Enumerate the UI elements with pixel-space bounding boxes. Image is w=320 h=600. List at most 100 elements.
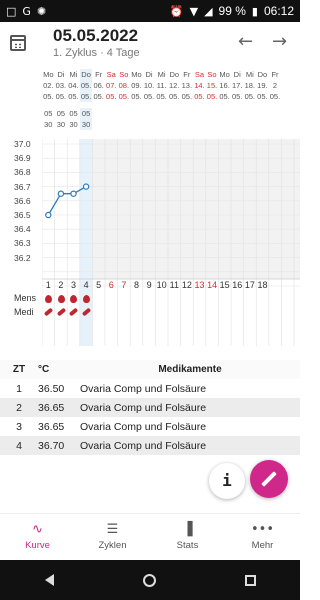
weekday-label: Fr [95, 70, 103, 79]
signal-icon: ◢ [204, 4, 213, 18]
recents-icon[interactable] [244, 574, 256, 586]
temp-cell: 36.70 [38, 439, 65, 452]
measure-hour-label: 05 [56, 109, 66, 118]
nav-item-stats[interactable]: ▐ Stats [150, 514, 225, 560]
calendar-icon[interactable] [10, 35, 26, 51]
temp-cell: 36.50 [38, 382, 65, 395]
home-icon[interactable] [142, 573, 156, 587]
nav-item-zyklen[interactable]: ☰ Zyklen [75, 514, 150, 560]
date-label: 17. [231, 81, 243, 90]
weekday-label: Mi [69, 70, 78, 79]
nav-label: Zyklen [98, 540, 127, 551]
temperature-point[interactable] [70, 190, 77, 197]
cycle-day-number: 12 [181, 280, 192, 290]
date-label: 03. [55, 81, 67, 90]
month-label: 05. [257, 92, 268, 101]
nav-item-kurve[interactable]: ∿ Kurve [0, 514, 75, 560]
cycle-day-number: 1 [45, 280, 51, 290]
date-label: 16. [219, 81, 230, 90]
month-label: 05. [106, 92, 117, 101]
edit-button[interactable] [250, 460, 288, 498]
table-row[interactable]: 3 36.65 Ovaria Comp und Folsäure [0, 417, 300, 436]
y-tick-label: 36.2 [14, 252, 31, 263]
date-label: 04. [68, 81, 79, 90]
weekday-row: Mo Di Mi Do Fr Sa So Mo Di Mi Do Fr Sa So Mo Di Mi Do Fr [42, 69, 281, 80]
zt-cell: 1 [16, 382, 22, 395]
weekday-label: Fr [183, 70, 191, 79]
weekday-label: Sa [106, 70, 116, 79]
date-label: 19. [257, 81, 268, 90]
weekday-label: Fr [271, 70, 279, 79]
temperature-point[interactable] [57, 190, 65, 197]
temperature-point[interactable] [45, 211, 52, 219]
weekday-label: Do [79, 69, 93, 80]
cycle-day-number: 15 [219, 280, 230, 290]
measure-hour-label: 05 [44, 109, 53, 118]
weekday-label: Mo [219, 70, 230, 79]
next-day-arrow-icon[interactable]: → [272, 31, 287, 52]
mens-label: Mens [14, 293, 37, 303]
page-title: 05.05.2022 [53, 26, 139, 45]
table-row[interactable]: 4 36.70 Ovaria Comp und Folsäure [0, 436, 300, 455]
zt-cell: 2 [16, 401, 22, 414]
date-label: 11. [156, 81, 167, 90]
month-label: 05. [79, 91, 93, 102]
back-icon[interactable] [44, 574, 54, 586]
cycle-day-number: 13 [194, 280, 205, 290]
cycle-day-number: 3 [70, 280, 76, 290]
previous-day-arrow-icon[interactable]: ← [238, 31, 253, 52]
measure-minute-label: 30 [79, 119, 93, 130]
cycle-day-number: 18 [257, 280, 268, 290]
notification-square-icon: □ [6, 4, 17, 18]
date-label: 08. [118, 81, 130, 90]
blood-drop-icon [82, 295, 90, 303]
temp-cell: 36.65 [38, 420, 65, 433]
month-label: 05. [231, 92, 243, 101]
measure-hour-label: 05 [79, 108, 93, 119]
zt-cell: 4 [16, 439, 22, 452]
weekday-label: Di [57, 70, 65, 79]
date-label: 10. [143, 81, 155, 90]
table-row[interactable]: 1 36.50 Ovaria Comp und Folsäure [0, 379, 300, 398]
month-label: 05. [143, 92, 155, 101]
measure-hour-label: 05 [69, 109, 78, 118]
nav-label: Kurve [25, 540, 50, 551]
month-label: 05. [169, 92, 180, 101]
measure-minute-row: 30 30 30 30 [42, 119, 93, 130]
alarm-icon: ⏰ [169, 4, 184, 18]
y-tick-label: 36.4 [14, 224, 31, 235]
cycle-day-number: 11 [169, 280, 179, 290]
pulse-icon: ∿ [32, 522, 43, 537]
cycle-day-number: 4 [83, 280, 89, 290]
date-label: 12. [169, 81, 180, 90]
medi-label: Medi [14, 307, 34, 317]
temperature-point[interactable] [82, 183, 90, 190]
weekday-label: So [207, 70, 217, 79]
temp-header: °C [38, 364, 50, 375]
temperature-chart[interactable]: Mo Di Mi Do Fr Sa So Mo Di Mi Do Fr Sa So Mo Di Mi Do Fr 0… [0, 66, 300, 356]
cycle-day-number: 10 [156, 280, 167, 290]
nav-label: Mehr [251, 540, 274, 551]
y-tick-label: 36.9 [14, 153, 31, 164]
measure-minute-label: 30 [69, 120, 78, 129]
weekday-label: Mo [131, 70, 142, 79]
cycle-day-number: 9 [146, 280, 152, 290]
weekday-label: Sa [194, 70, 205, 79]
weekday-label: Di [145, 70, 153, 79]
blood-drop-icon [57, 295, 65, 303]
wifi-icon: ▼ [189, 4, 199, 18]
nav-item-mehr[interactable]: ••• Mehr [225, 514, 300, 560]
y-tick-label: 36.3 [14, 238, 31, 249]
y-tick-label: 36.6 [14, 195, 31, 206]
month-row: 05. 05. 05. 05. 05. 05. 05. 05. 05. 05. 05. 05. 05. 0… [42, 91, 281, 102]
date-label: 13. [181, 81, 193, 90]
weekday-label: Di [233, 70, 241, 79]
info-button[interactable]: i [209, 463, 245, 499]
month-label: 05. [244, 92, 256, 101]
cycle-day-number: 14 [207, 280, 218, 290]
y-tick-label: 36.8 [14, 167, 31, 178]
status-bar: □ G ✺ ⏰ ▼ ◢ 99 % ▮ 06:12 [0, 0, 300, 22]
month-label: 05. [269, 92, 281, 101]
table-row[interactable]: 2 36.65 Ovaria Comp und Folsäure [0, 398, 300, 417]
cycle-day-number: 16 [232, 280, 243, 290]
